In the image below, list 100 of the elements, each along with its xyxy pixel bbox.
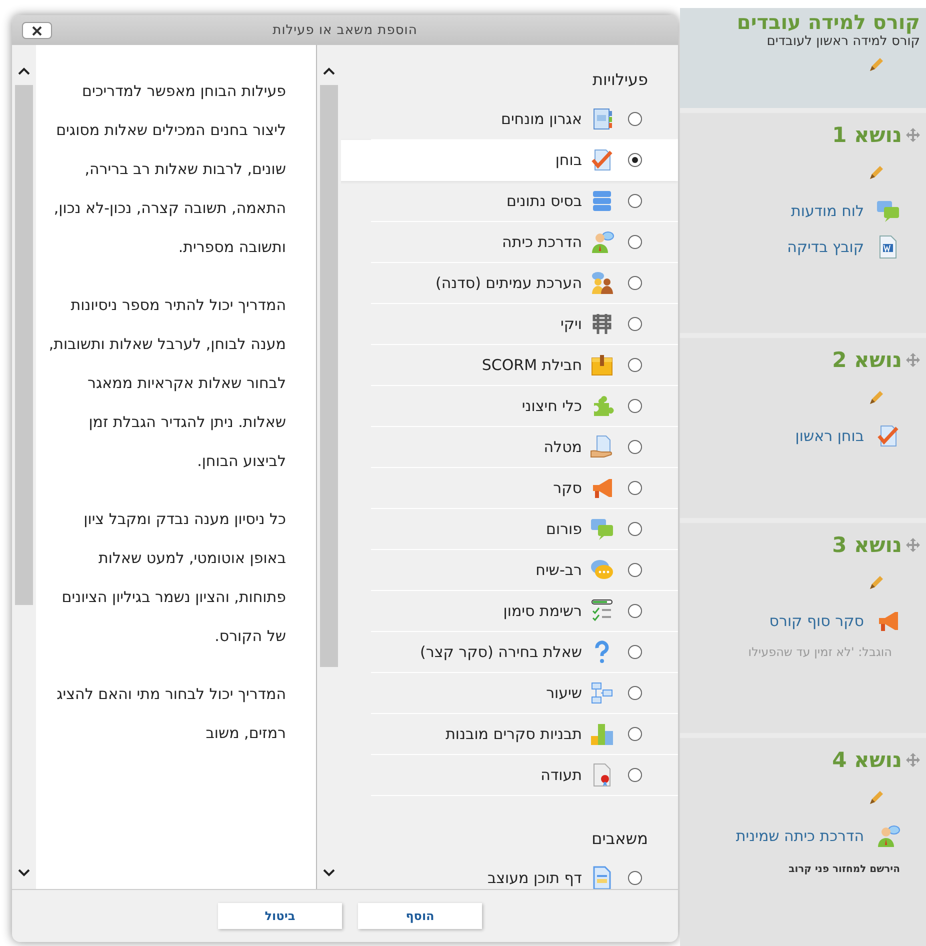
checkmark-document-icon: [590, 148, 614, 172]
radio-button[interactable]: [628, 563, 642, 577]
activity-option[interactable]: דף תוכן מעוצב: [371, 858, 678, 889]
radio-button[interactable]: [628, 522, 642, 536]
bar-chart-icon: [590, 722, 614, 746]
checklist-icon: [590, 599, 614, 623]
option-label: רב-שיח: [536, 561, 582, 579]
option-label: רשימת סימון: [503, 602, 582, 620]
activity-option[interactable]: שיעור: [371, 673, 678, 714]
topic-title: נושא 3: [832, 533, 902, 557]
person-speech-icon: [590, 230, 614, 254]
radio-button[interactable]: [628, 317, 642, 331]
scroll-down-icon[interactable]: [321, 867, 337, 879]
megaphone-icon: [590, 476, 614, 500]
activity-option[interactable]: סקר: [371, 468, 678, 509]
radio-button[interactable]: [628, 112, 642, 126]
activity-link[interactable]: הדרכת כיתה שמינית: [736, 827, 864, 845]
radio-button[interactable]: [628, 358, 642, 372]
option-label: הדרכת כיתה: [502, 233, 582, 251]
chat-bubbles-icon: [590, 517, 614, 541]
scrollbar[interactable]: [12, 45, 36, 889]
activity-option[interactable]: כלי חיצוני: [371, 386, 678, 427]
radio-button[interactable]: [628, 871, 642, 885]
activity-option[interactable]: הדרכת כיתה: [371, 222, 678, 263]
close-icon: [31, 24, 43, 36]
course-summary: קורס למידה ראשון לעובדים: [766, 34, 920, 49]
pencil-icon[interactable]: [868, 57, 884, 73]
scroll-up-icon[interactable]: [16, 65, 32, 77]
option-label: בוחן: [555, 151, 582, 169]
chat-bubbles-icon: [876, 199, 900, 223]
option-label: אגרון מונחים: [500, 110, 582, 128]
person-speech-icon: [876, 824, 900, 848]
scrollbar-thumb[interactable]: [15, 85, 33, 605]
enrol-note: הירשם למחזור פני קרוב: [788, 864, 900, 875]
option-label: חבילת SCORM: [482, 356, 582, 374]
option-label: הערכת עמיתים (סדנה): [435, 274, 582, 292]
activity-link[interactable]: בוחן ראשון: [795, 427, 864, 445]
activity-option[interactable]: ויקי: [371, 304, 678, 345]
activity-option[interactable]: בוחן: [341, 140, 678, 181]
option-label: כלי חיצוני: [522, 397, 582, 415]
radio-button[interactable]: [628, 645, 642, 659]
speech-bubble-icon: [590, 558, 614, 582]
activity-option[interactable]: שאלת בחירה (סקר קצר): [371, 632, 678, 673]
checkmark-document-icon: [876, 424, 900, 448]
dialog-button[interactable]: ביטול: [218, 903, 342, 929]
activity-option[interactable]: פורום: [371, 509, 678, 550]
pencil-icon[interactable]: [868, 390, 884, 406]
radio-button[interactable]: [628, 768, 642, 782]
people-icon: [590, 271, 614, 295]
option-label: סקר: [553, 479, 582, 497]
close-button[interactable]: [22, 22, 52, 39]
pencil-icon[interactable]: [868, 790, 884, 806]
activity-option[interactable]: מטלה: [371, 427, 678, 468]
radio-button[interactable]: [628, 235, 642, 249]
radio-button[interactable]: [628, 153, 642, 167]
dialog-button[interactable]: הוסף: [358, 903, 482, 929]
activity-option[interactable]: בסיס נתונים: [371, 181, 678, 222]
radio-button[interactable]: [628, 481, 642, 495]
radio-button[interactable]: [628, 604, 642, 618]
description-paragraph: פעילות הבוחן מאפשר למדריכים ליצור בחנים המכילים שאלות מסוגים שונים, לרבות שאלות רב ברירה, התאמה, תשובה קצרה, נכון-לא נכון, ותשובה מספרית.: [52, 81, 286, 258]
box-icon: [590, 353, 614, 377]
flowchart-icon: [590, 681, 614, 705]
activity-option[interactable]: תבניות סקרים מובנות: [371, 714, 678, 755]
option-label: פורום: [546, 520, 582, 538]
activity-link[interactable]: קובץ בדיקה: [787, 238, 864, 256]
option-label: שיעור: [546, 684, 582, 702]
activity-option[interactable]: חבילת SCORM: [371, 345, 678, 386]
option-label: תעודה: [540, 766, 582, 784]
scrollbar-thumb[interactable]: [320, 85, 338, 667]
activity-option[interactable]: הערכת עמיתים (סדנה): [371, 263, 678, 304]
grid-icon: [590, 312, 614, 336]
topic-title: נושא 1: [832, 123, 902, 147]
radio-button[interactable]: [628, 440, 642, 454]
description-paragraph: המדריך יכול להתיר מספר ניסיונות מענה לבוחן, לערבל שאלות ותשובות, לבחור שאלות אקראיות ממאגר שאלות. ניתן להגדיר הגבלת זמן לביצוע הבוחן.: [48, 295, 286, 472]
option-label: שאלת בחירה (סקר קצר): [420, 643, 582, 661]
description-paragraph: המדריך יכול לבחור מתי והאם להציג רמזים, משוב: [56, 684, 286, 744]
pencil-icon[interactable]: [868, 575, 884, 591]
database-icon: [590, 189, 614, 213]
option-label: בסיס נתונים: [506, 192, 582, 210]
activity-option[interactable]: רב-שיח: [371, 550, 678, 591]
scroll-up-icon[interactable]: [321, 65, 337, 77]
activity-option[interactable]: תעודה: [371, 755, 678, 796]
pencil-icon[interactable]: [868, 165, 884, 181]
activity-link[interactable]: סקר סוף קורס: [769, 612, 864, 630]
radio-button[interactable]: [628, 727, 642, 741]
option-label: דף תוכן מעוצב: [487, 869, 582, 887]
restriction-note: הוגבל: 'לא זמין עד שהפעילו: [748, 645, 892, 659]
section-heading: פעילויות: [592, 68, 649, 90]
section-heading: משאבים: [590, 828, 649, 850]
activity-option[interactable]: רשימת סימון: [371, 591, 678, 632]
radio-button[interactable]: [628, 686, 642, 700]
activity-link[interactable]: לוח מודעות: [791, 202, 864, 220]
radio-button[interactable]: [628, 194, 642, 208]
radio-button[interactable]: [628, 399, 642, 413]
hand-document-icon: [590, 435, 614, 459]
topic-title: נושא 2: [832, 348, 902, 372]
dialog-title: הוספת משאב או פעילות: [272, 22, 418, 38]
description-paragraph: כל ניסיון מענה נבדק ומקבל ציון באופן אוטומטי, למעט שאלות פתוחות, והציון נשמר בגיליון הציונים של הקורס.: [60, 509, 286, 647]
radio-button[interactable]: [628, 276, 642, 290]
scroll-down-icon[interactable]: [16, 867, 32, 879]
